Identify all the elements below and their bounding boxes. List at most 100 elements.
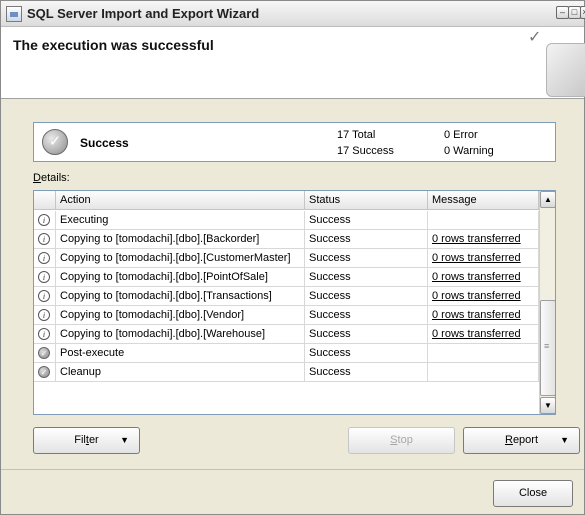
message-cell <box>428 363 539 382</box>
message-cell: 0 rows transferred <box>428 287 539 306</box>
status-cell: Success <box>305 230 428 249</box>
message-link[interactable]: 0 rows transferred <box>432 328 521 340</box>
status-cell: Success <box>305 211 428 230</box>
success-count: 17 Success <box>337 145 394 157</box>
success-icon: ✓ <box>38 347 50 359</box>
scroll-down-button[interactable]: ▼ <box>540 397 555 414</box>
details-label-mnemonic: D <box>33 172 41 184</box>
row-icon-cell: i <box>34 230 56 249</box>
status-cell: Success <box>305 249 428 268</box>
page-title: The execution was successful <box>13 37 214 53</box>
checkmark-icon: ✓ <box>528 29 542 46</box>
table-row[interactable]: i Copying to [tomodachi].[dbo].[Warehouse… <box>34 325 539 344</box>
status-cell: Success <box>305 287 428 306</box>
row-icon-cell: i <box>34 249 56 268</box>
footer-divider <box>1 469 584 470</box>
table-row[interactable]: i Copying to [tomodachi].[dbo].[Backorder… <box>34 230 539 249</box>
execution-summary: ✓ Success 17 Total 17 Success 0 Error 0 … <box>33 122 556 162</box>
info-icon: i <box>38 233 50 245</box>
status-cell: Success <box>305 325 428 344</box>
message-cell: 0 rows transferred <box>428 230 539 249</box>
dropdown-arrow-icon: ▼ <box>120 435 129 445</box>
action-cell: Executing <box>56 211 305 230</box>
message-cell: 0 rows transferred <box>428 249 539 268</box>
row-icon-cell: i <box>34 268 56 287</box>
scroll-up-button[interactable]: ▲ <box>540 191 555 208</box>
column-header-message[interactable]: Message <box>428 191 539 210</box>
table-row[interactable]: ✓ Post-execute Success <box>34 344 539 363</box>
row-icon-cell: i <box>34 287 56 306</box>
details-label-rest: etails: <box>40 172 70 184</box>
total-count: 17 Total <box>337 129 376 141</box>
error-count: 0 Error <box>444 129 478 141</box>
success-icon: ✓ <box>42 129 68 155</box>
summary-status: Success <box>80 136 129 150</box>
column-header-action[interactable]: Action <box>56 191 305 210</box>
summary-issues: 0 Error 0 Warning <box>444 127 494 159</box>
table-row[interactable]: i Copying to [tomodachi].[dbo].[Transacti… <box>34 287 539 306</box>
stop-label: Stop <box>390 434 413 446</box>
action-cell: Copying to [tomodachi].[dbo].[Vendor] <box>56 306 305 325</box>
window-title: SQL Server Import and Export Wizard <box>27 6 260 21</box>
filter-button[interactable]: Filter ▼ <box>33 427 140 454</box>
wizard-window: SQL Server Import and Export Wizard – □ … <box>0 0 585 515</box>
status-cell: Success <box>305 344 428 363</box>
wizard-graphic <box>546 43 585 97</box>
table-row[interactable]: i Copying to [tomodachi].[dbo].[PointOfSa… <box>34 268 539 287</box>
table-row[interactable]: ✓ Cleanup Success <box>34 363 539 382</box>
row-icon-cell: ✓ <box>34 363 56 382</box>
row-icon-cell: i <box>34 325 56 344</box>
action-cell: Copying to [tomodachi].[dbo].[Transactio… <box>56 287 305 306</box>
action-cell: Post-execute <box>56 344 305 363</box>
message-link[interactable]: 0 rows transferred <box>432 271 521 283</box>
table-row[interactable]: i Copying to [tomodachi].[dbo].[Vendor] Su… <box>34 306 539 325</box>
info-icon: i <box>38 214 50 226</box>
row-icon-cell: i <box>34 306 56 325</box>
close-window-button[interactable]: × <box>580 6 585 19</box>
details-label: Details: <box>33 172 70 184</box>
action-cell: Copying to [tomodachi].[dbo].[PointOfSal… <box>56 268 305 287</box>
scroll-thumb[interactable] <box>540 300 555 396</box>
stop-button[interactable]: Stop <box>348 427 455 454</box>
dropdown-arrow-icon: ▼ <box>560 435 569 445</box>
warning-count: 0 Warning <box>444 145 494 157</box>
action-cell: Copying to [tomodachi].[dbo].[Warehouse] <box>56 325 305 344</box>
message-link[interactable]: 0 rows transferred <box>432 290 521 302</box>
message-cell: 0 rows transferred <box>428 268 539 287</box>
report-label: Report <box>504 434 539 446</box>
column-header-icon[interactable] <box>34 191 56 210</box>
title-bar[interactable]: SQL Server Import and Export Wizard – □ … <box>1 1 585 27</box>
table-row[interactable]: i Copying to [tomodachi].[dbo].[CustomerM… <box>34 249 539 268</box>
wizard-app-icon <box>6 6 22 22</box>
details-grid[interactable]: Action Status Message i Executing Success i… <box>33 190 556 415</box>
status-cell: Success <box>305 363 428 382</box>
message-cell: 0 rows transferred <box>428 306 539 325</box>
info-icon: i <box>38 252 50 264</box>
row-icon-cell: i <box>34 211 56 230</box>
filter-label: Filter <box>74 434 99 446</box>
info-icon: i <box>38 290 50 302</box>
info-icon: i <box>38 328 50 340</box>
info-icon: i <box>38 309 50 321</box>
column-header-status[interactable]: Status <box>305 191 428 210</box>
status-cell: Success <box>305 306 428 325</box>
message-link[interactable]: 0 rows transferred <box>432 252 521 264</box>
message-cell <box>428 211 539 230</box>
message-link[interactable]: 0 rows transferred <box>432 233 521 245</box>
report-button[interactable]: Report ▼ <box>463 427 580 454</box>
row-icon-cell: ✓ <box>34 344 56 363</box>
action-cell: Cleanup <box>56 363 305 382</box>
success-icon: ✓ <box>38 366 50 378</box>
vertical-scrollbar[interactable]: ▲ ▼ <box>539 191 555 414</box>
close-button[interactable]: Close <box>493 480 573 507</box>
message-cell <box>428 344 539 363</box>
info-icon: i <box>38 271 50 283</box>
action-cell: Copying to [tomodachi].[dbo].[CustomerMa… <box>56 249 305 268</box>
wizard-header: The execution was successful ✓ <box>1 27 585 99</box>
grid-header: Action Status Message <box>34 191 539 210</box>
message-link[interactable]: 0 rows transferred <box>432 309 521 321</box>
status-cell: Success <box>305 268 428 287</box>
table-row[interactable]: i Executing Success <box>34 211 539 230</box>
message-cell: 0 rows transferred <box>428 325 539 344</box>
action-cell: Copying to [tomodachi].[dbo].[Backorder] <box>56 230 305 249</box>
